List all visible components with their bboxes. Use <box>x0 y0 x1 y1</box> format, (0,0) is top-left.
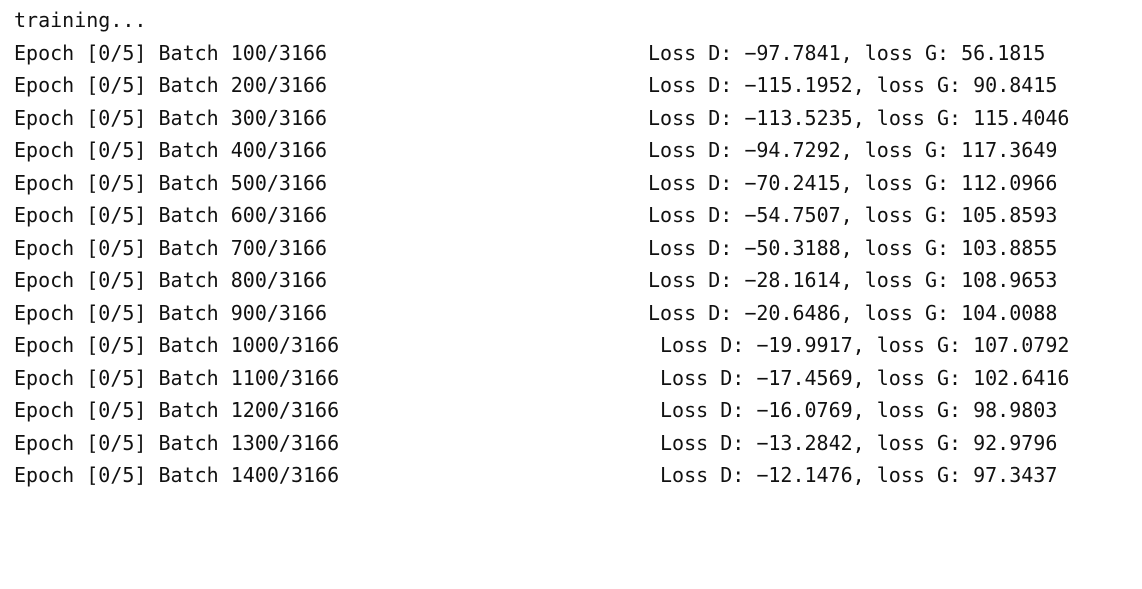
batch-progress: Epoch [0/5] Batch 700/3166 <box>14 235 328 260</box>
loss-values: Loss D: −94.7292, loss G: 117.3649 <box>648 138 1058 162</box>
batch-progress: Epoch [0/5] Batch 1200/3166 <box>14 398 340 422</box>
console-header-line: training... <box>0 4 1142 37</box>
batch-progress: Epoch [0/5] Batch 800/3166 <box>14 268 328 292</box>
loss-values: Loss D: −113.5235, loss G: 115.4046 <box>648 105 1070 130</box>
log-line: Epoch [0/5] Batch 200/3166 Loss D: −115.… <box>0 69 1142 102</box>
batch-progress: Epoch [0/5] Batch 300/3166 <box>14 105 328 130</box>
batch-progress: Epoch [0/5] Batch 1400/3166 <box>14 463 340 487</box>
log-line: Epoch [0/5] Batch 1200/3166 Loss D: −16.… <box>0 394 1142 427</box>
batch-progress: Epoch [0/5] Batch 1300/3166 <box>14 430 340 455</box>
loss-values: Loss D: −50.3188, loss G: 103.8855 <box>648 235 1058 260</box>
loss-values: Loss D: −19.9917, loss G: 107.0792 <box>660 333 1070 357</box>
log-line: Epoch [0/5] Batch 700/3166 Loss D: −50.3… <box>0 232 1142 265</box>
batch-progress: Epoch [0/5] Batch 1100/3166 <box>14 365 340 390</box>
log-line: Epoch [0/5] Batch 300/3166 Loss D: −113.… <box>0 102 1142 135</box>
loss-values: Loss D: −17.4569, loss G: 102.6416 <box>660 365 1070 390</box>
log-line: Epoch [0/5] Batch 900/3166 Loss D: −20.6… <box>0 297 1142 330</box>
console-output: training... Epoch [0/5] Batch 100/3166 L… <box>0 0 1142 504</box>
batch-progress: Epoch [0/5] Batch 500/3166 <box>14 170 328 195</box>
loss-values: Loss D: −12.1476, loss G: 97.3437 <box>660 463 1058 487</box>
batch-progress: Epoch [0/5] Batch 600/3166 <box>14 203 328 227</box>
log-line: Epoch [0/5] Batch 100/3166 Loss D: −97.7… <box>0 37 1142 70</box>
loss-values: Loss D: −20.6486, loss G: 104.0088 <box>648 300 1058 325</box>
batch-progress: Epoch [0/5] Batch 1000/3166 <box>14 333 340 357</box>
loss-values: Loss D: −97.7841, loss G: 56.1815 <box>648 40 1046 65</box>
batch-progress: Epoch [0/5] Batch 400/3166 <box>14 138 328 162</box>
log-line: Epoch [0/5] Batch 800/3166 Loss D: −28.1… <box>0 264 1142 297</box>
console-header: training... <box>14 8 147 32</box>
batch-progress: Epoch [0/5] Batch 200/3166 <box>14 73 328 97</box>
log-line: Epoch [0/5] Batch 400/3166 Loss D: −94.7… <box>0 134 1142 167</box>
loss-values: Loss D: −54.7507, loss G: 105.8593 <box>648 203 1058 227</box>
batch-progress: Epoch [0/5] Batch 900/3166 <box>14 300 328 325</box>
log-line: Epoch [0/5] Batch 1100/3166 Loss D: −17.… <box>0 362 1142 395</box>
log-line: Epoch [0/5] Batch 1300/3166 Loss D: −13.… <box>0 427 1142 460</box>
log-line: Epoch [0/5] Batch 1400/3166 Loss D: −12.… <box>0 459 1142 492</box>
loss-values: Loss D: −115.1952, loss G: 90.8415 <box>648 73 1058 97</box>
log-line: Epoch [0/5] Batch 500/3166 Loss D: −70.2… <box>0 167 1142 200</box>
loss-values: Loss D: −16.0769, loss G: 98.9803 <box>660 398 1058 422</box>
loss-values: Loss D: −13.2842, loss G: 92.9796 <box>660 430 1058 455</box>
log-line: Epoch [0/5] Batch 600/3166 Loss D: −54.7… <box>0 199 1142 232</box>
loss-values: Loss D: −70.2415, loss G: 112.0966 <box>648 170 1058 195</box>
log-line: Epoch [0/5] Batch 1000/3166 Loss D: −19.… <box>0 329 1142 362</box>
batch-progress: Epoch [0/5] Batch 100/3166 <box>14 40 328 65</box>
loss-values: Loss D: −28.1614, loss G: 108.9653 <box>648 268 1058 292</box>
